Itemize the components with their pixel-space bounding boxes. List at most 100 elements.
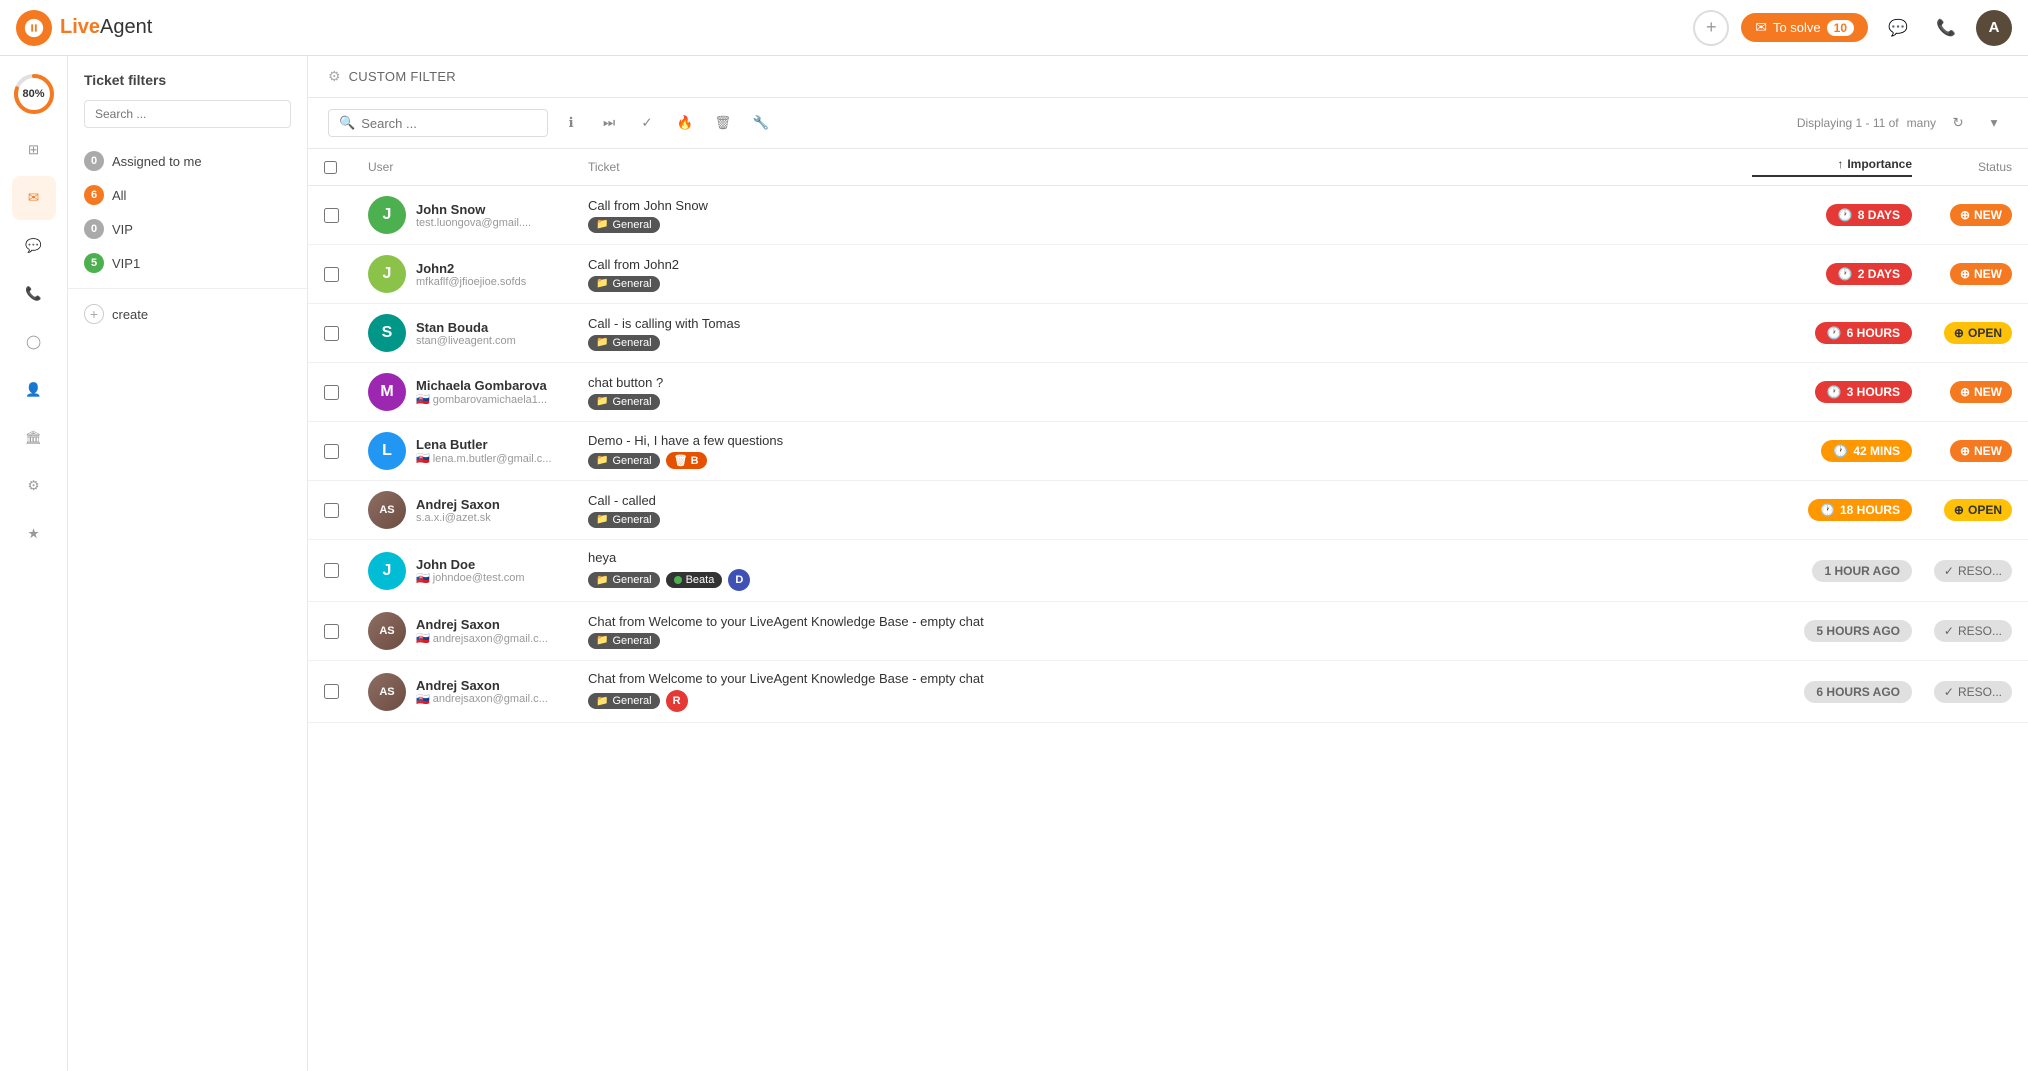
importance-cell: 🕐18 HOURS — [1752, 499, 1912, 521]
row-checkbox[interactable] — [324, 624, 339, 639]
row-checkbox[interactable] — [324, 326, 339, 341]
row-checkbox[interactable] — [324, 563, 339, 578]
avatar: L — [368, 432, 406, 470]
importance-cell: 5 HOURS AGO — [1752, 620, 1912, 642]
row-checkbox-cell — [324, 267, 368, 282]
tickets-icon-btn[interactable]: ✉ — [12, 176, 56, 220]
table-row[interactable]: J John Doe 🇸🇰 johndoe@test.com heya 📁Gen… — [308, 540, 2028, 602]
th-importance[interactable]: ↑ Importance — [1752, 157, 1912, 177]
filter-item-vip[interactable]: 0 VIP — [68, 212, 307, 246]
table-row[interactable]: L Lena Butler 🇸🇰 lena.m.butler@gmail.c..… — [308, 422, 2028, 481]
table-row[interactable]: AS Andrej Saxon 🇸🇰 andrejsaxon@gmail.c..… — [308, 602, 2028, 661]
refresh-button[interactable]: ↻ — [1944, 109, 1972, 137]
chat-icon-btn[interactable]: 💬 — [12, 224, 56, 268]
row-checkbox-cell — [324, 503, 368, 518]
ticket-tags: 📁General — [588, 633, 1752, 649]
row-checkbox-cell — [324, 385, 368, 400]
info-toolbar-btn[interactable]: ℹ — [556, 108, 586, 138]
status-badge: ⊕NEW — [1950, 263, 2012, 285]
th-user: User — [368, 157, 588, 177]
user-email: s.a.x.i@azet.sk — [416, 512, 500, 524]
to-solve-button[interactable]: ✉ To solve 10 — [1741, 13, 1868, 42]
importance-badge: 1 HOUR AGO — [1812, 560, 1912, 582]
row-checkbox[interactable] — [324, 385, 339, 400]
ticket-search-input[interactable] — [361, 116, 537, 131]
filter-item-vip1[interactable]: 5 VIP1 — [68, 246, 307, 280]
main-content: ⚙ CUSTOM FILTER 🔍 ℹ ⏭ ✓ 🔥 🗑 🔧 Displaying… — [308, 56, 2028, 1071]
avatar: M — [368, 373, 406, 411]
filter-badge-assigned: 0 — [84, 151, 104, 171]
create-filter-label: create — [112, 307, 148, 322]
filter-label-all: All — [112, 188, 126, 203]
row-checkbox[interactable] — [324, 444, 339, 459]
user-info: Lena Butler 🇸🇰 lena.m.butler@gmail.c... — [416, 437, 551, 465]
reports-icon-btn[interactable]: ◯ — [12, 320, 56, 364]
filter-label-vip1: VIP1 — [112, 256, 140, 271]
displaying-count: many — [1907, 116, 1936, 130]
icon-sidebar: 80% ⊞ ✉ 💬 📞 ◯ 👤 🏛 ⚙ ★ — [0, 56, 68, 1071]
user-email: 🇸🇰 andrejsaxon@gmail.c... — [416, 693, 548, 706]
avatar: J — [368, 552, 406, 590]
table-row[interactable]: M Michaela Gombarova 🇸🇰 gombarovamichael… — [308, 363, 2028, 422]
status-badge: ⊕NEW — [1950, 440, 2012, 462]
flag-icon: 🇸🇰 — [416, 632, 430, 645]
filter-item-assigned[interactable]: 0 Assigned to me — [68, 144, 307, 178]
contacts-icon-btn[interactable]: 👤 — [12, 368, 56, 412]
ticket-cell: heya 📁General Beata D — [588, 550, 1752, 591]
filters-title: Ticket filters — [68, 72, 307, 100]
ticket-title: chat button ? — [588, 375, 1752, 390]
add-button[interactable]: + — [1693, 10, 1729, 46]
create-filter-item[interactable]: + create — [68, 297, 307, 331]
fire-toolbar-btn[interactable]: 🔥 — [670, 108, 700, 138]
phone-icon-btn[interactable]: 📞 — [12, 272, 56, 316]
avatar: AS — [368, 612, 406, 650]
avatar: AS — [368, 673, 406, 711]
importance-badge: 🕐42 MINS — [1821, 440, 1912, 462]
ticket-title: Call from John2 — [588, 257, 1752, 272]
forward-toolbar-btn[interactable]: ⏭ — [594, 108, 624, 138]
user-avatar-button[interactable]: A — [1976, 10, 2012, 46]
table-row[interactable]: AS Andrej Saxon 🇸🇰 andrejsaxon@gmail.c..… — [308, 661, 2028, 723]
user-cell: M Michaela Gombarova 🇸🇰 gombarovamichael… — [368, 373, 588, 411]
main-layout: 80% ⊞ ✉ 💬 📞 ◯ 👤 🏛 ⚙ ★ Ticket filters 0 A… — [0, 56, 2028, 1071]
dashboard-icon-btn[interactable]: ⊞ — [12, 128, 56, 172]
resolve-toolbar-btn[interactable]: ✓ — [632, 108, 662, 138]
status-badge: ⊕OPEN — [1944, 499, 2012, 521]
column-filter-button[interactable]: ▾ — [1980, 109, 2008, 137]
user-name: John Doe — [416, 557, 525, 572]
ticket-title: Demo - Hi, I have a few questions — [588, 433, 1752, 448]
row-checkbox-cell — [324, 444, 368, 459]
select-all-checkbox[interactable] — [324, 161, 337, 174]
ticket-tags: 📁General R — [588, 690, 1752, 712]
favorites-icon-btn[interactable]: ★ — [12, 512, 56, 556]
chat-nav-button[interactable]: 💬 — [1880, 10, 1916, 46]
table-row[interactable]: S Stan Bouda stan@liveagent.com Call - i… — [308, 304, 2028, 363]
row-checkbox[interactable] — [324, 208, 339, 223]
knowledge-icon-btn[interactable]: 🏛 — [12, 416, 56, 460]
tag-general: 📁General — [588, 394, 660, 410]
sort-arrow: ↑ — [1837, 157, 1843, 171]
more-toolbar-btn[interactable]: 🔧 — [746, 108, 776, 138]
filter-item-all[interactable]: 6 All — [68, 178, 307, 212]
user-info: John2 mfkaflf@jfioejioe.sofds — [416, 261, 526, 288]
importance-badge: 🕐2 DAYS — [1826, 263, 1912, 285]
settings-icon-btn[interactable]: ⚙ — [12, 464, 56, 508]
topnav-right: + ✉ To solve 10 💬 📞 A — [1693, 10, 2012, 46]
phone-nav-button[interactable]: 📞 — [1928, 10, 1964, 46]
filter-search-input[interactable] — [84, 100, 291, 128]
logo: LiveAgent — [16, 10, 152, 46]
table-row[interactable]: J John2 mfkaflf@jfioejioe.sofds Call fro… — [308, 245, 2028, 304]
row-checkbox[interactable] — [324, 267, 339, 282]
status-cell: ⊕NEW — [1912, 440, 2012, 462]
row-checkbox[interactable] — [324, 503, 339, 518]
user-name: John Snow — [416, 202, 531, 217]
row-checkbox-cell — [324, 684, 368, 699]
table-row[interactable]: J John Snow test.luongova@gmail.... Call… — [308, 186, 2028, 245]
importance-badge: 5 HOURS AGO — [1804, 620, 1912, 642]
table-row[interactable]: AS Andrej Saxon s.a.x.i@azet.sk Call - c… — [308, 481, 2028, 540]
ticket-cell: Call from John2 📁General — [588, 257, 1752, 292]
row-checkbox[interactable] — [324, 684, 339, 699]
delete-toolbar-btn[interactable]: 🗑 — [708, 108, 738, 138]
status-cell: ⊕NEW — [1912, 263, 2012, 285]
status-badge: ✓RESO... — [1934, 620, 2012, 642]
